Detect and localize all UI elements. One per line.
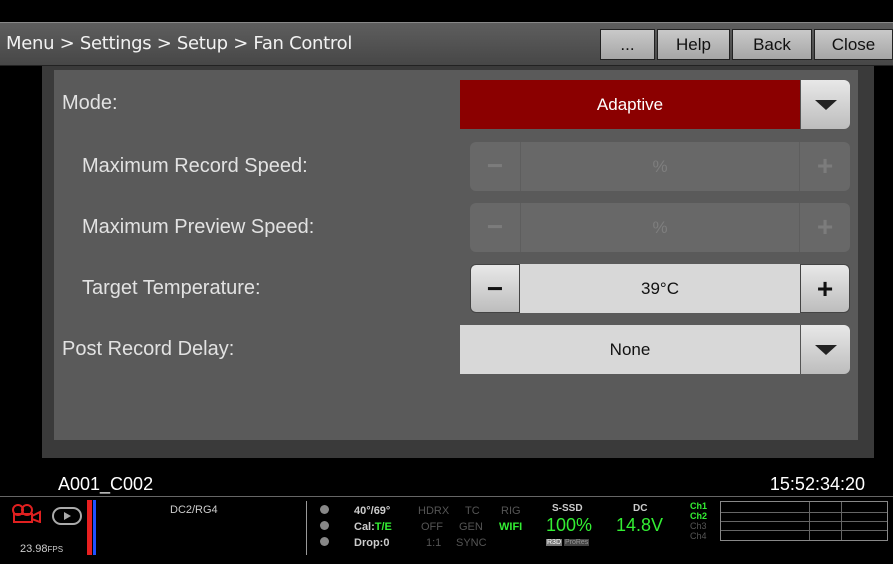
media-remaining: 100% — [546, 515, 593, 535]
mode-label: Mode: — [62, 92, 118, 114]
clip-name: A001_C002 — [58, 474, 154, 494]
post-record-delay-label: Post Record Delay: — [62, 338, 235, 360]
target-temperature-value[interactable]: 39°C — [520, 264, 800, 313]
audio-meter-left — [87, 500, 92, 555]
hdrx-value: OFF — [421, 521, 443, 533]
fps-unit: FPS — [47, 545, 64, 554]
max-preview-speed-value: % — [520, 203, 800, 252]
ratio-value: 1:1 — [426, 537, 442, 549]
max-record-speed-value: % — [520, 142, 800, 191]
chevron-down-icon — [815, 100, 837, 110]
plus-icon: + — [800, 203, 850, 252]
max-preview-speed-stepper: − % + — [470, 203, 850, 252]
indicator-dot — [320, 521, 329, 530]
hdrx-label: HDRX — [418, 505, 450, 517]
close-button[interactable]: Close — [814, 29, 893, 60]
title-bar: Menu > Settings > Setup > Fan Control ..… — [0, 22, 893, 66]
help-button[interactable]: Help — [657, 29, 730, 60]
minus-icon: − — [470, 203, 520, 252]
timecode: 15:52:34:20 — [769, 474, 865, 494]
mode-value[interactable]: Adaptive — [460, 80, 800, 129]
target-temperature-label: Target Temperature: — [82, 277, 261, 299]
target-temperature-stepper[interactable]: − 39°C + — [470, 264, 850, 313]
mode-dropdown-button[interactable] — [800, 80, 850, 129]
codec-label: DC2/RG4 — [170, 504, 218, 516]
status-bar: 23.98FPS DC2/RG4 40°/69° Cal:T/E Drop:0 … — [0, 496, 893, 564]
tc-label: TC — [465, 505, 480, 517]
cal-label: Cal: — [354, 521, 375, 533]
fps-readout: 23.98FPS — [20, 543, 63, 555]
cal-value: T/E — [374, 521, 392, 533]
power-voltage: 14.8V — [616, 515, 664, 535]
indicator-dot — [320, 537, 329, 546]
mode-dropdown[interactable]: Adaptive — [460, 80, 850, 129]
power-label: DC — [633, 503, 648, 514]
post-record-delay-dropdown-button[interactable] — [800, 325, 850, 374]
breadcrumb: Menu > Settings > Setup > Fan Control — [6, 33, 353, 54]
channel-3: Ch3 — [690, 521, 707, 531]
more-button[interactable]: ... — [600, 29, 655, 60]
back-button[interactable]: Back — [732, 29, 812, 60]
prores-badge: ProRes — [563, 539, 590, 546]
chevron-down-icon — [815, 345, 837, 355]
wifi-status: WIFI — [499, 521, 523, 533]
minus-icon: − — [470, 142, 520, 191]
increment-button[interactable]: + — [800, 264, 850, 313]
fps-value: 23.98 — [20, 543, 48, 555]
play-icon[interactable] — [52, 507, 82, 525]
channel-2: Ch2 — [690, 511, 708, 521]
plus-icon: + — [800, 142, 850, 191]
max-record-speed-label: Maximum Record Speed: — [82, 155, 308, 177]
post-record-delay-dropdown[interactable]: None — [460, 325, 850, 374]
max-preview-speed-label: Maximum Preview Speed: — [82, 216, 315, 238]
indicator-dot — [320, 505, 329, 514]
r3d-badge: R3D — [546, 539, 563, 546]
media-formats: R3D ProRes — [546, 539, 590, 546]
max-record-speed-stepper: − % + — [470, 142, 850, 191]
decrement-button[interactable]: − — [470, 264, 520, 313]
calibration-status: Cal:T/E — [354, 521, 392, 533]
audio-meter-right — [93, 500, 96, 555]
divider — [306, 501, 307, 555]
channel-4: Ch4 — [690, 531, 707, 541]
audio-levels — [720, 501, 888, 541]
sync-label: SYNC — [456, 537, 487, 549]
rig-label: RIG — [501, 505, 521, 517]
dropped-frames: Drop:0 — [354, 537, 390, 549]
post-record-delay-value[interactable]: None — [460, 325, 800, 374]
media-label: S-SSD — [552, 503, 583, 514]
sensor-temp: 40°/69° — [354, 505, 391, 517]
channel-1: Ch1 — [690, 501, 708, 511]
tc-value: GEN — [459, 521, 483, 533]
camera-icon — [12, 504, 41, 523]
